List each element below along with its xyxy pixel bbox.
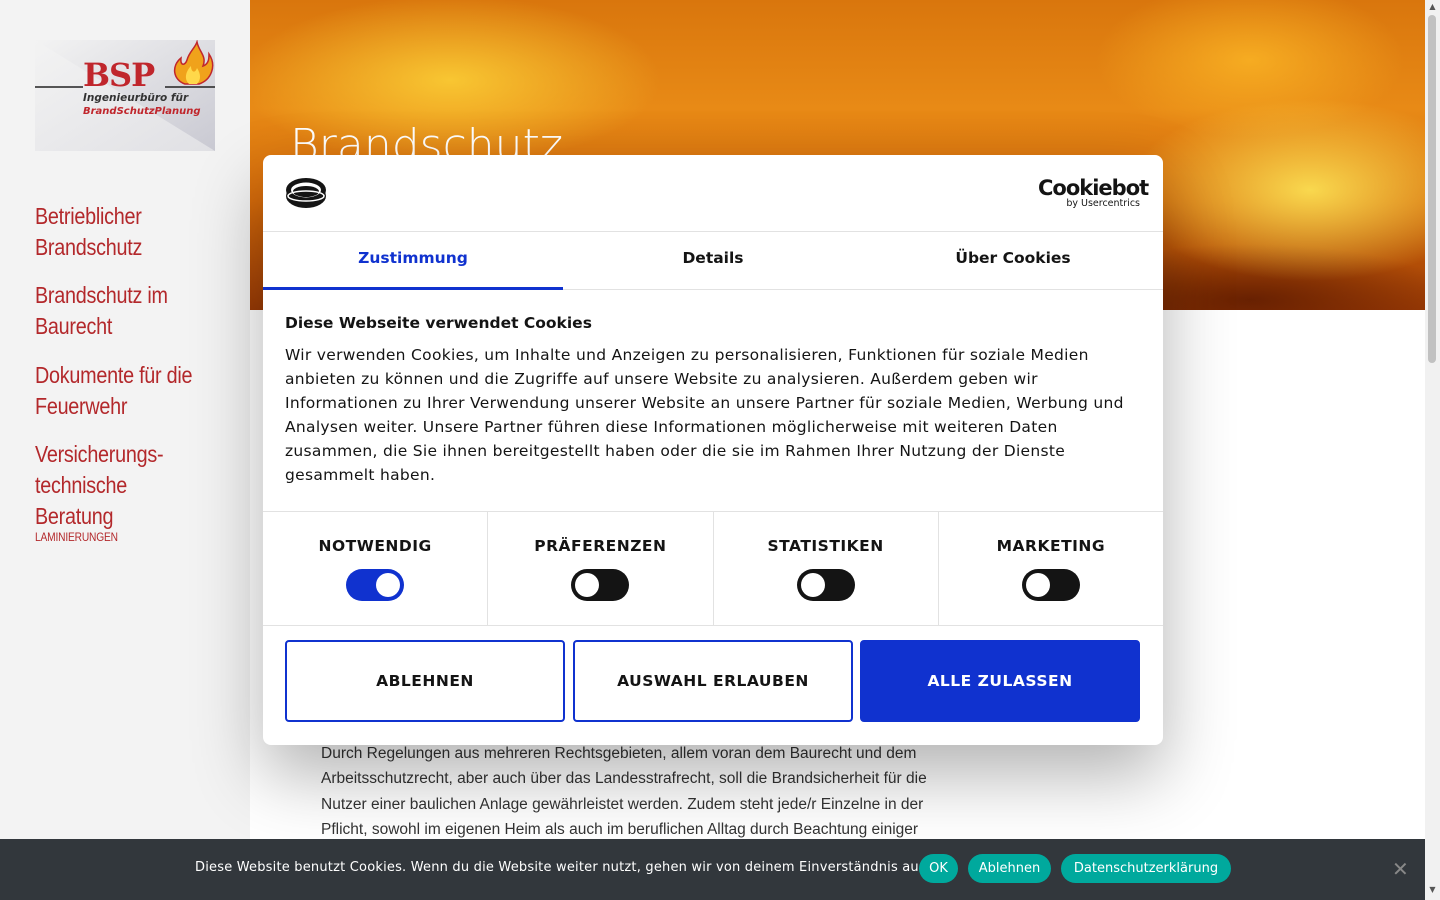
toggle-praeferenzen[interactable]	[571, 569, 630, 601]
cookie-icon	[285, 177, 327, 209]
toggle-knob	[575, 573, 600, 597]
sidebar-item-label: Betrieblicher	[35, 203, 142, 229]
cookie-notice-text: Diese Website benutzt Cookies. Wenn du d…	[195, 860, 931, 875]
toggle-knob	[800, 573, 825, 597]
reject-button[interactable]: ABLEHNEN	[285, 640, 565, 722]
category-statistiken: STATISTIKEN	[714, 512, 939, 625]
sidebar-item-label: Brandschutz	[35, 234, 143, 260]
sidebar-item-label: Versicherungs-	[35, 441, 164, 467]
category-label: MARKETING	[996, 537, 1106, 555]
sidebar-item-label: Brandschutz im	[35, 282, 168, 308]
cookiebot-brand: Cookiebot	[1038, 176, 1149, 200]
cookie-consent-dialog: Cookiebot by Usercentrics Zustimmung Det…	[263, 155, 1163, 745]
toggle-notwendig[interactable]	[346, 569, 405, 601]
sidebar: BSP Ingenieurbüro für BrandSchutzPlanung…	[0, 0, 250, 900]
sidebar-item-laminierungen[interactable]: LAMINIERUNGEN	[35, 530, 118, 544]
dialog-header: Cookiebot by Usercentrics	[263, 155, 1163, 232]
category-praeferenzen: PRÄFERENZEN	[488, 512, 714, 625]
dialog-title: Diese Webseite verwendet Cookies	[285, 314, 592, 332]
sidebar-item-label: Feuerwehr	[35, 393, 128, 419]
category-label: NOTWENDIG	[318, 537, 432, 555]
allow-all-button[interactable]: ALLE ZULASSEN	[860, 640, 1140, 722]
logo-line2: BrandSchutzPlanung	[83, 106, 201, 117]
sidebar-item-betrieblicher-brandschutz[interactable]: Betrieblicher Brandschutz	[35, 201, 207, 263]
cookie-ok-button[interactable]: OK	[919, 854, 958, 883]
toggle-statistiken[interactable]	[796, 569, 855, 601]
toggle-knob	[376, 573, 401, 597]
cookie-notice-bar: Diese Website benutzt Cookies. Wenn du d…	[0, 839, 1425, 900]
tab-zustimmung[interactable]: Zustimmung	[263, 232, 563, 290]
sidebar-item-label: Baurecht	[35, 313, 113, 339]
body-paragraph: Durch Regelungen aus mehreren Rechtsgebi…	[321, 745, 927, 838]
sidebar-item-brandschutz-baurecht[interactable]: Brandschutz im Baurecht	[35, 280, 207, 342]
tab-details[interactable]: Details	[563, 232, 863, 289]
sidebar-item-label: technische Beratung	[35, 472, 127, 529]
cookie-decline-button[interactable]: Ablehnen	[968, 854, 1051, 883]
sidebar-item-versicherungstechnische-beratung[interactable]: Versicherungs- technische Beratung	[35, 439, 207, 532]
category-marketing: MARKETING	[939, 512, 1163, 625]
company-logo[interactable]: BSP Ingenieurbüro für BrandSchutzPlanung	[35, 39, 215, 151]
cookiebot-logo[interactable]: Cookiebot by Usercentrics	[1038, 176, 1149, 209]
svg-text:BSP: BSP	[83, 56, 155, 94]
privacy-policy-button[interactable]: Datenschutzerklärung	[1061, 854, 1231, 883]
dialog-tabs: Zustimmung Details Über Cookies	[263, 232, 1163, 290]
toggle-marketing[interactable]	[1021, 569, 1080, 601]
dialog-description: Wir verwenden Cookies, um Inhalte und An…	[285, 346, 1124, 484]
sidebar-item-dokumente-feuerwehr[interactable]: Dokumente für die Feuerwehr	[35, 360, 207, 422]
sidebar-item-label: Dokumente für die	[35, 362, 193, 388]
scroll-down-arrow-icon[interactable]: ▼	[1427, 885, 1438, 894]
consent-categories: NOTWENDIG PRÄFERENZEN STATISTIKEN MARKET…	[263, 511, 1163, 626]
toggle-knob	[1025, 573, 1050, 597]
tab-ueber-cookies[interactable]: Über Cookies	[863, 232, 1163, 289]
category-label: STATISTIKEN	[767, 537, 884, 555]
scrollbar-thumb[interactable]	[1428, 15, 1436, 363]
cookiebot-brand-sub: by Usercentrics	[1066, 198, 1140, 209]
category-notwendig: NOTWENDIG	[263, 512, 489, 625]
category-label: PRÄFERENZEN	[534, 537, 667, 555]
scroll-up-arrow-icon[interactable]: ▲	[1427, 2, 1438, 11]
close-icon[interactable]: ✕	[1392, 859, 1409, 879]
logo-line1: Ingenieurbüro für	[83, 92, 189, 104]
allow-selection-button[interactable]: AUSWAHL ERLAUBEN	[573, 640, 853, 722]
